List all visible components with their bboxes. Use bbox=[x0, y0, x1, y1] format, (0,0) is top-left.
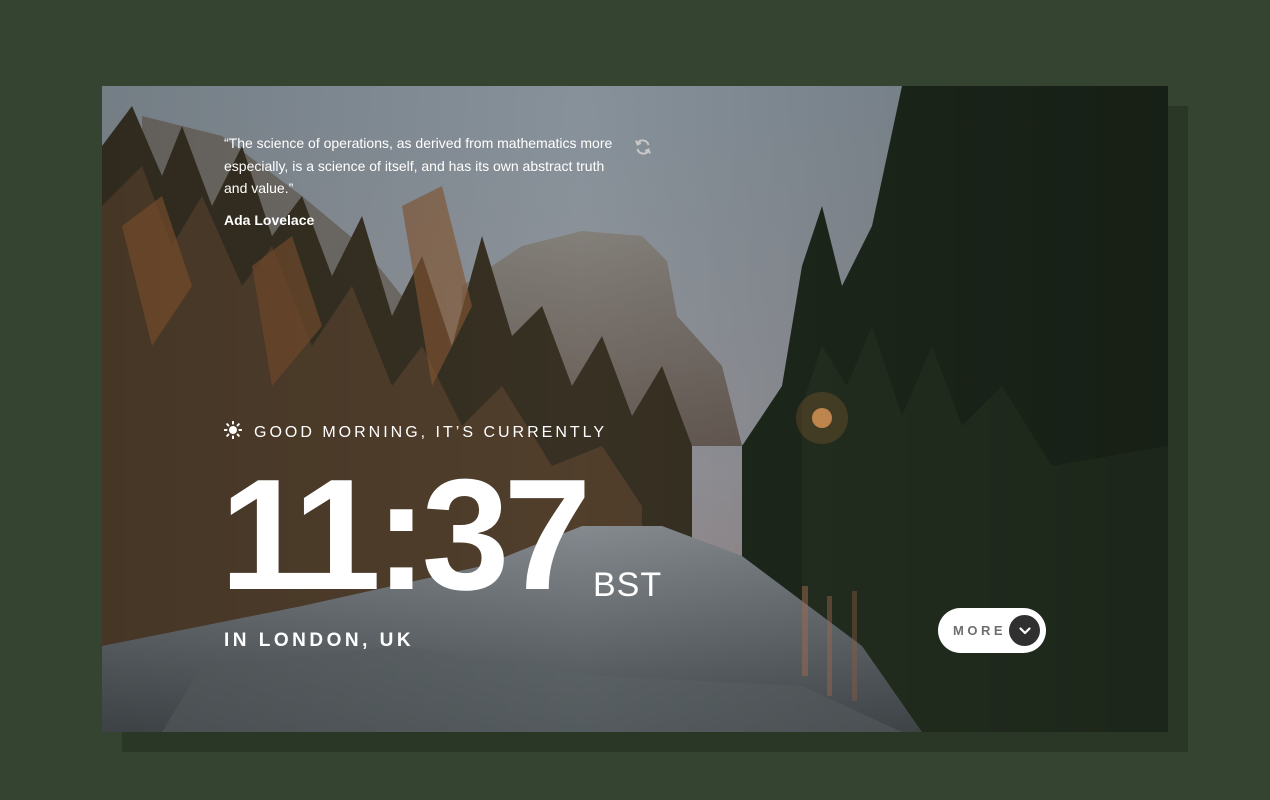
clock-timezone: BST bbox=[593, 566, 663, 604]
quote-block: “The science of operations, as derived f… bbox=[224, 132, 654, 228]
refresh-icon[interactable] bbox=[634, 138, 652, 156]
sun-icon bbox=[223, 420, 243, 444]
greeting-text: GOOD MORNING, IT’S CURRENTLY bbox=[254, 423, 608, 441]
page: “The science of operations, as derived f… bbox=[0, 0, 1270, 800]
quote-text: “The science of operations, as derived f… bbox=[224, 135, 613, 196]
quote-author: Ada Lovelace bbox=[224, 211, 315, 228]
clock-location: IN LONDON, UK bbox=[224, 630, 415, 651]
more-button-label: MORE bbox=[953, 623, 1006, 638]
clock-card: “The science of operations, as derived f… bbox=[102, 86, 1168, 732]
clock-time: 11:37 bbox=[220, 447, 591, 623]
greeting: GOOD MORNING, IT’S CURRENTLY bbox=[223, 420, 608, 444]
chevron-down-icon bbox=[1009, 615, 1040, 646]
more-button[interactable]: MORE bbox=[938, 608, 1046, 653]
